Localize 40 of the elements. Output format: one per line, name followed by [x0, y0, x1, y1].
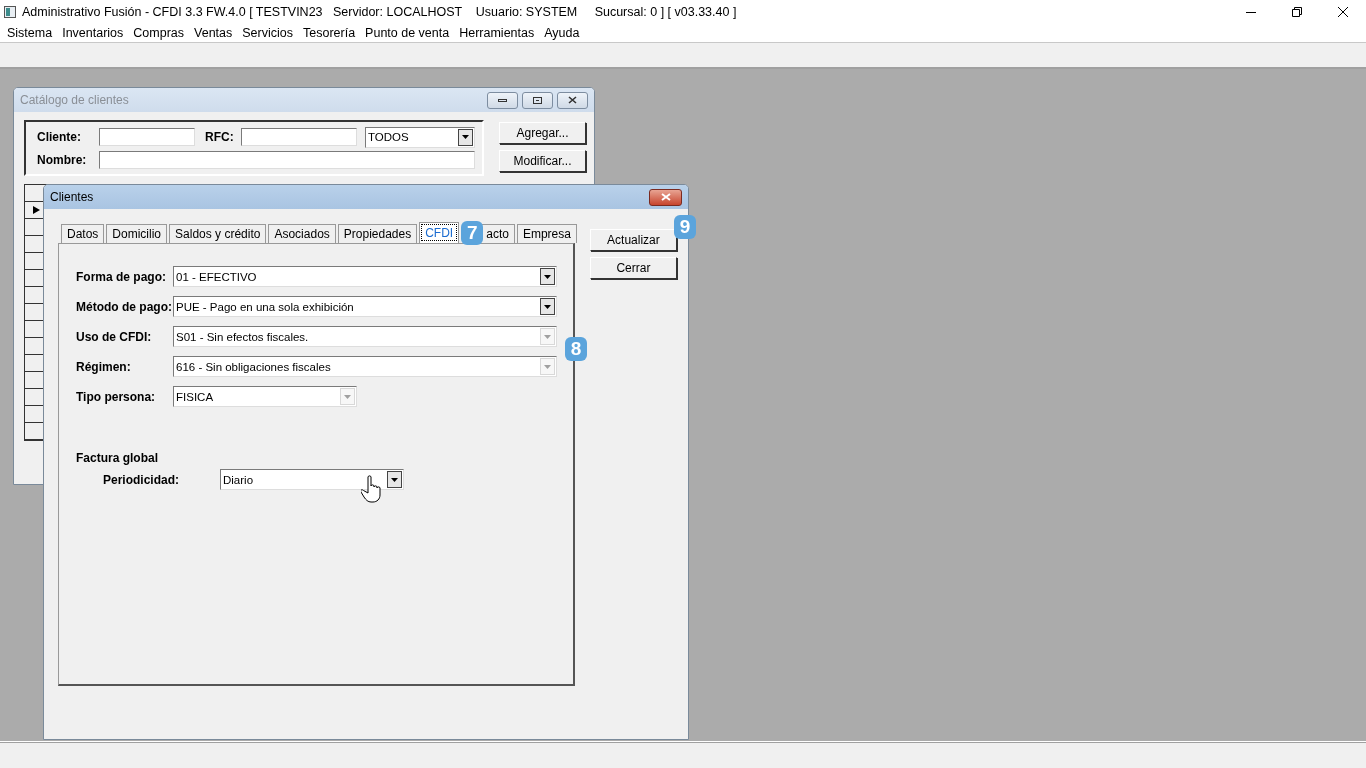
field-label: Tipo persona:	[76, 389, 157, 404]
field-label: RFC:	[205, 130, 235, 144]
step-badge: 7	[461, 220, 484, 245]
menu-item[interactable]: Punto de venta	[360, 26, 455, 40]
dropdown-field[interactable]: TODOS	[365, 126, 475, 148]
action-button[interactable]: Actualizar	[589, 229, 677, 251]
window-title: Administrativo Fusión - CFDI 3.3 FW.4.0 [ TESTVIN23 Servidor: LOCALHOST Usuario: SYSTEM Sucursal: 0 ] [ v03.33.40 ]	[22, 5, 738, 19]
dropdown-field[interactable]: 01 - EFECTIVO	[173, 266, 557, 287]
action-button[interactable]: Modificar...	[499, 150, 586, 172]
menu-item[interactable]: Inventarios	[57, 26, 129, 40]
menu-item[interactable]: Ventas	[189, 26, 238, 40]
menu-item[interactable]: Compras	[128, 26, 190, 40]
action-button[interactable]: Cerrar	[589, 257, 677, 279]
tab[interactable]: Asociados	[268, 224, 336, 243]
tab[interactable]: Domicilio	[106, 224, 168, 243]
menu-item[interactable]: Herramientas	[454, 26, 540, 40]
field-label: Método de pago:	[76, 299, 173, 314]
field-label: Forma de pago:	[76, 269, 167, 284]
step-badge: 9	[674, 215, 696, 239]
tab[interactable]: Datos	[61, 224, 105, 243]
dropdown-field[interactable]: PUE - Pago en una sola exhibición	[173, 296, 557, 317]
field-label: Cliente:	[37, 130, 82, 144]
field-label: Nombre:	[37, 153, 88, 167]
menu-item[interactable]: Sistema	[2, 26, 58, 40]
window-title: Clientes	[50, 190, 95, 204]
step-badge: 8	[565, 337, 587, 361]
action-button[interactable]: Agregar...	[499, 122, 586, 144]
menu-item[interactable]: Ayuda	[539, 26, 585, 40]
menu-item[interactable]: Tesorería	[298, 26, 361, 40]
tab[interactable]: Propiedades	[337, 224, 418, 243]
window-title: Catálogo de clientes	[20, 93, 130, 107]
field-label: Uso de CFDI:	[76, 329, 153, 344]
tab[interactable]: Empresa	[516, 224, 577, 243]
dropdown-field[interactable]: Diario	[220, 469, 404, 490]
field-label: Régimen:	[76, 359, 132, 374]
section-title: Factura global	[76, 451, 159, 465]
tab[interactable]: Saldos y crédito	[169, 224, 267, 243]
menu-item[interactable]: Servicios	[237, 26, 298, 40]
field-label: Periodicidad:	[103, 472, 180, 487]
tab[interactable]: CFDI	[419, 222, 460, 243]
